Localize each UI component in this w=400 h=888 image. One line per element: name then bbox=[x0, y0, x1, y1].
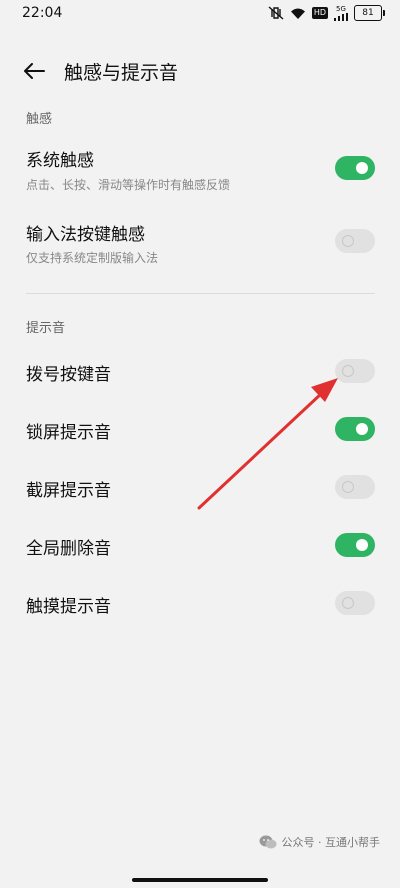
toggle-knob bbox=[356, 539, 368, 551]
back-button[interactable] bbox=[18, 58, 50, 84]
watermark-text: 公众号 · 互通小帮手 bbox=[281, 836, 381, 849]
toggle-ime-key-haptics[interactable] bbox=[335, 229, 375, 253]
settings-screen: 22:04 HD 5G 81 触感与提示音 触感 系统触感 点击、长按、滑动等操… bbox=[0, 0, 400, 888]
back-arrow-icon bbox=[24, 63, 45, 79]
battery-indicator: 81 bbox=[354, 5, 385, 21]
status-icons: HD 5G 81 bbox=[268, 4, 385, 21]
setting-row-dial-pad-tone[interactable]: 拨号按键音 bbox=[0, 352, 400, 392]
section-header-sounds: 提示音 bbox=[26, 321, 66, 336]
toggle-lock-screen-sound[interactable] bbox=[335, 417, 375, 441]
setting-row-lock-screen-sound[interactable]: 锁屏提示音 bbox=[0, 410, 400, 450]
status-time: 22:04 bbox=[22, 5, 63, 21]
toggle-dial-pad-tone[interactable] bbox=[335, 359, 375, 383]
toggle-screenshot-sound[interactable] bbox=[335, 475, 375, 499]
toggle-knob bbox=[356, 162, 368, 174]
setting-row-ime-key-haptics[interactable]: 输入法按键触感 仅支持系统定制版输入法 bbox=[0, 214, 400, 270]
setting-row-screenshot-sound[interactable]: 截屏提示音 bbox=[0, 468, 400, 508]
toggle-touch-sound[interactable] bbox=[335, 591, 375, 615]
setting-subtitle: 点击、长按、滑动等操作时有触感反馈 bbox=[26, 178, 231, 192]
toggle-knob bbox=[342, 235, 354, 247]
toggle-global-delete-sound[interactable] bbox=[335, 533, 375, 557]
network-badge: 5G bbox=[334, 4, 348, 21]
toggle-knob bbox=[342, 365, 354, 377]
wechat-icon bbox=[259, 835, 276, 849]
section-header-haptics: 触感 bbox=[26, 112, 53, 127]
home-indicator[interactable] bbox=[132, 878, 268, 882]
signal-icon bbox=[334, 12, 348, 21]
hd-badge: HD bbox=[311, 7, 328, 19]
toggle-knob bbox=[356, 423, 368, 435]
toggle-knob bbox=[342, 597, 354, 609]
watermark: 公众号 · 互通小帮手 bbox=[259, 834, 381, 850]
setting-title: 全局删除音 bbox=[26, 539, 111, 559]
setting-title: 拨号按键音 bbox=[26, 365, 111, 385]
setting-subtitle: 仅支持系统定制版输入法 bbox=[26, 251, 159, 265]
setting-title: 截屏提示音 bbox=[26, 481, 111, 501]
page-title: 触感与提示音 bbox=[64, 62, 179, 84]
app-header: 触感与提示音 bbox=[0, 54, 400, 88]
setting-row-global-delete-sound[interactable]: 全局删除音 bbox=[0, 526, 400, 566]
wifi-icon bbox=[290, 7, 306, 20]
setting-row-touch-sound[interactable]: 触摸提示音 bbox=[0, 584, 400, 624]
toggle-knob bbox=[342, 481, 354, 493]
setting-title: 锁屏提示音 bbox=[26, 423, 111, 443]
status-bar: 22:04 HD 5G 81 bbox=[0, 0, 400, 30]
setting-title: 输入法按键触感 bbox=[26, 225, 145, 245]
setting-title: 触摸提示音 bbox=[26, 597, 111, 617]
setting-title: 系统触感 bbox=[26, 151, 94, 171]
network-label: 5G bbox=[336, 4, 346, 13]
setting-row-system-haptics[interactable]: 系统触感 点击、长按、滑动等操作时有触感反馈 bbox=[0, 140, 400, 196]
section-divider bbox=[26, 293, 375, 294]
mute-vibrate-icon bbox=[268, 6, 284, 20]
toggle-system-haptics[interactable] bbox=[335, 156, 375, 180]
